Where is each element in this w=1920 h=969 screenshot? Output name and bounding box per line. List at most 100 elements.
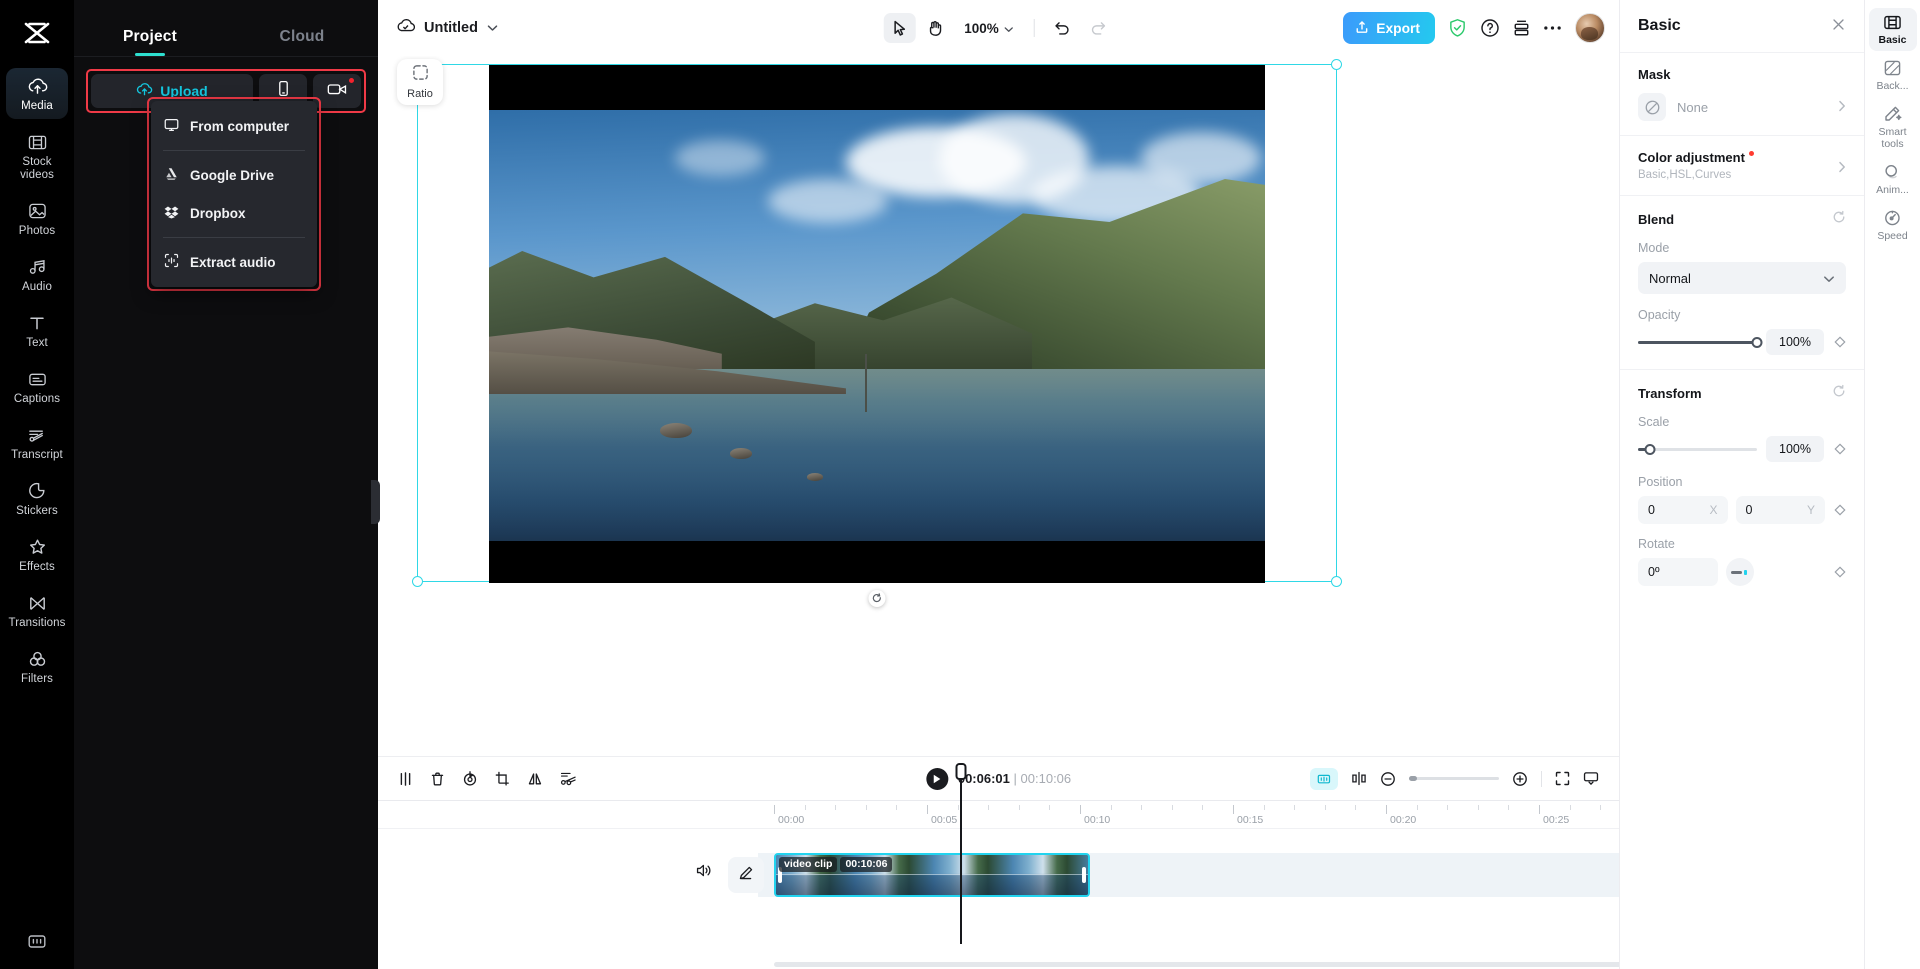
timeline-zoom-slider[interactable] [1409, 777, 1499, 780]
help-question-icon[interactable] [1480, 18, 1500, 38]
video-preview[interactable] [489, 65, 1265, 583]
zoom-slider-knob[interactable] [1409, 776, 1417, 781]
menu-item-dropbox[interactable]: Dropbox [151, 194, 317, 232]
capcut-logo-icon[interactable] [0, 6, 74, 62]
menu-item-extract-audio[interactable]: Extract audio [151, 243, 317, 281]
sidebar-item-effects[interactable]: Effects [6, 529, 68, 580]
reset-circle-icon[interactable] [1832, 210, 1846, 229]
close-x-icon[interactable] [1831, 17, 1846, 35]
tab-speed[interactable]: Speed [1869, 203, 1917, 247]
position-y-value: 0 [1746, 503, 1753, 517]
fullscreen-icon[interactable] [1555, 771, 1570, 786]
keyframe-diamond-icon[interactable] [1833, 566, 1846, 578]
position-y-input[interactable]: 0 Y [1736, 496, 1826, 524]
playhead[interactable] [960, 776, 962, 944]
blend-mode-select[interactable]: Normal [1638, 262, 1846, 294]
sidebar-item-photos[interactable]: Photos [6, 193, 68, 244]
shield-check-icon[interactable] [1448, 18, 1467, 38]
project-title-group[interactable]: Untitled [396, 17, 498, 39]
delete-trash-icon[interactable] [430, 771, 445, 787]
tab-basic[interactable]: Basic [1869, 8, 1917, 51]
more-dots-icon[interactable] [1543, 24, 1562, 32]
resize-handle-bottom-right[interactable] [1331, 576, 1342, 587]
tab-cloud[interactable]: Cloud [226, 28, 378, 56]
panel-collapse-handle[interactable] [371, 480, 380, 524]
rotate-dial[interactable] [1726, 558, 1754, 586]
mirror-flip-icon[interactable] [527, 771, 543, 787]
keyframe-diamond-icon[interactable] [1833, 336, 1846, 348]
resize-handle-top-right[interactable] [1331, 59, 1342, 70]
play-button[interactable] [926, 768, 948, 790]
tab-background[interactable]: Back... [1869, 53, 1917, 97]
crop-icon[interactable] [495, 771, 510, 787]
fit-width-icon[interactable] [1351, 771, 1367, 786]
ruler-tick [1264, 805, 1265, 810]
left-tool-rail: Media Stock videos Photos Audio [0, 0, 74, 969]
zoom-in-plus-icon[interactable] [1512, 771, 1528, 787]
keyframe-diamond-icon[interactable] [1833, 504, 1846, 516]
panel-layout-icon[interactable] [27, 933, 47, 955]
opacity-slider[interactable] [1638, 341, 1757, 344]
hand-tool-button[interactable] [919, 13, 951, 43]
zoom-level-dropdown[interactable]: 100% [955, 13, 1023, 43]
sidebar-item-filters[interactable]: Filters [6, 641, 68, 692]
canvas-selection-frame[interactable] [417, 64, 1337, 582]
menu-item-from-computer[interactable]: From computer [151, 107, 317, 145]
avatar[interactable] [1575, 13, 1605, 43]
ratio-button[interactable]: Ratio [397, 59, 443, 105]
speaker-volume-icon[interactable] [696, 863, 713, 883]
opacity-value-input[interactable]: 100% [1766, 329, 1824, 355]
export-button[interactable]: Export [1343, 12, 1435, 44]
sidebar-item-transcript[interactable]: Transcript [6, 417, 68, 468]
scale-value-input[interactable]: 100% [1766, 436, 1824, 462]
transform-header: Transform [1638, 384, 1846, 403]
menu-item-google-drive[interactable]: Google Drive [151, 156, 317, 194]
position-x-value: 0 [1648, 503, 1655, 517]
rotate-clockwise-icon[interactable] [462, 771, 478, 787]
resize-handle-bottom-left[interactable] [412, 576, 423, 587]
rotate-input[interactable]: 0º [1638, 558, 1718, 586]
sidebar-item-stock-videos[interactable]: Stock videos [6, 124, 68, 188]
sidebar-item-label: Stock videos [7, 156, 67, 182]
sidebar-item-captions[interactable]: Captions [6, 361, 68, 412]
sidebar-item-media[interactable]: Media [6, 68, 68, 119]
rotate-row: 0º [1638, 558, 1846, 586]
position-x-input[interactable]: 0 X [1638, 496, 1728, 524]
present-screen-icon[interactable] [1583, 771, 1599, 786]
timeline-tracks: video clip 00:10:06 [378, 829, 1619, 969]
scale-slider-knob[interactable] [1644, 444, 1655, 455]
tab-animation[interactable]: Anim... [1869, 157, 1917, 201]
undo-button[interactable] [1046, 13, 1078, 43]
mask-selector[interactable]: None [1638, 93, 1846, 121]
scale-slider[interactable] [1638, 448, 1757, 451]
sidebar-item-stickers[interactable]: Stickers [6, 473, 68, 524]
sidebar-item-audio[interactable]: Audio [6, 249, 68, 300]
timeline-scrollbar[interactable] [774, 962, 1654, 967]
playhead-handle[interactable] [955, 763, 966, 780]
color-adjustment-row[interactable]: Color adjustment Basic,HSL,Curves [1638, 150, 1846, 181]
tab-smart-tools[interactable]: Smart tools [1869, 99, 1917, 155]
clip-trim-handle-right[interactable] [1082, 867, 1086, 883]
redo-button[interactable] [1082, 13, 1114, 43]
player-transport: 00:06:01 | 00:10:06 [926, 768, 1071, 790]
cut-scissors-icon[interactable] [560, 771, 577, 786]
ruler-tick-major [927, 805, 928, 814]
opacity-slider-knob[interactable] [1752, 337, 1763, 348]
reset-circle-icon[interactable] [1832, 384, 1846, 403]
layers-panel-icon[interactable] [1513, 19, 1530, 38]
timeline-ruler[interactable]: 00:0000:0500:1000:1500:2000:25 [378, 801, 1619, 829]
keyframe-diamond-icon[interactable] [1833, 443, 1846, 455]
tab-project[interactable]: Project [74, 28, 226, 56]
zoom-out-minus-icon[interactable] [1380, 771, 1396, 787]
transcript-icon [27, 424, 47, 446]
magic-auto-icon[interactable] [1310, 768, 1338, 790]
sidebar-item-transitions[interactable]: Transitions [6, 585, 68, 636]
select-tool-button[interactable] [883, 13, 915, 43]
rotate-handle-icon[interactable] [869, 590, 886, 607]
edit-track-button[interactable] [728, 857, 764, 893]
ruler-tick [1478, 805, 1479, 810]
upload-menu-highlight: From computer Google Drive Dropbox [147, 97, 321, 291]
split-icon[interactable] [398, 771, 413, 787]
sidebar-item-text[interactable]: Text [6, 305, 68, 356]
timeline-video-clip[interactable]: video clip 00:10:06 [774, 853, 1090, 897]
